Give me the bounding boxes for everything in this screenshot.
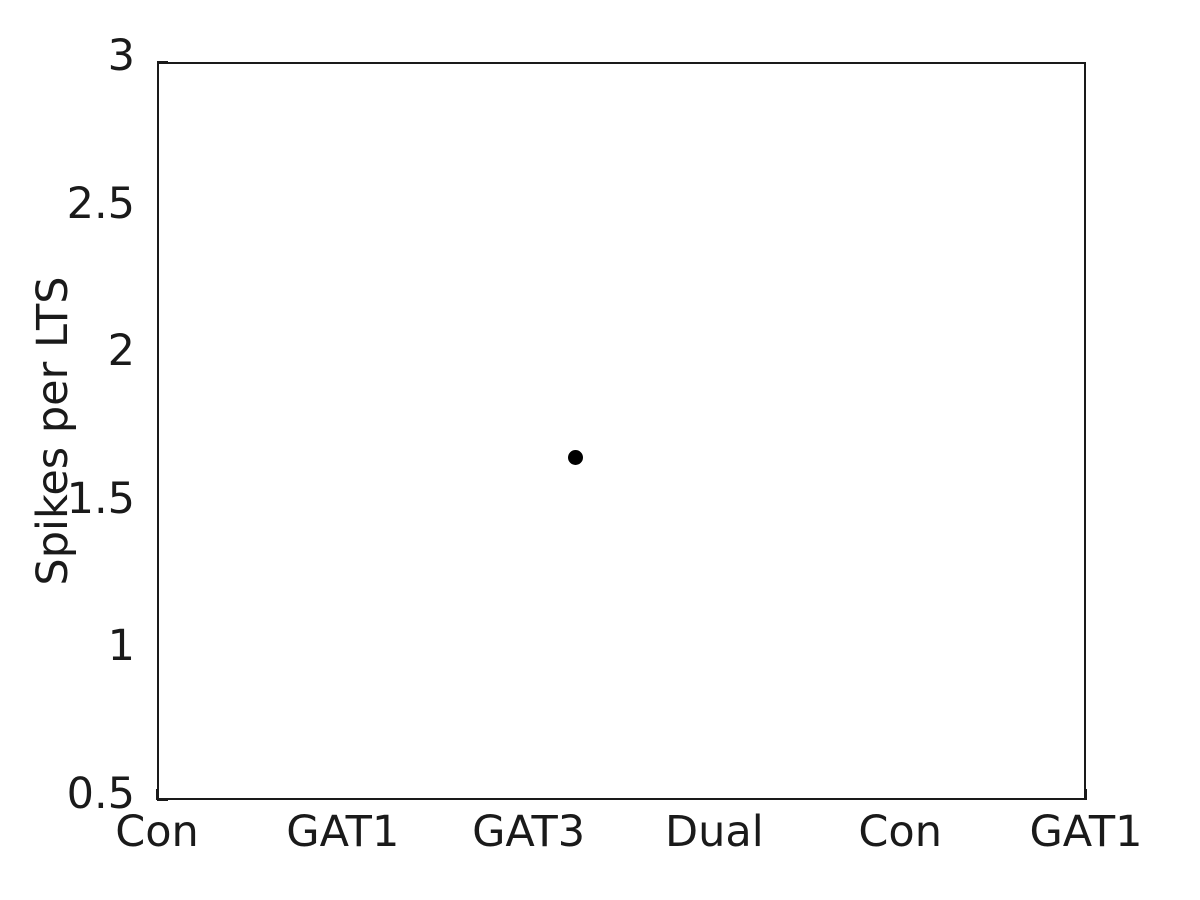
y-tick-label-4: 2.5: [66, 178, 135, 229]
x-tick-label-5: GAT1: [1029, 807, 1143, 857]
data-point: [567, 450, 583, 465]
y-tick-label-1: 1: [107, 621, 135, 672]
y-tick-label-2: 1.5: [66, 473, 135, 524]
y-axis-label: Spikes per LTS: [27, 276, 78, 586]
y-tick-label-3: 2: [107, 326, 135, 377]
plot-area: [157, 62, 1086, 800]
figure-canvas: Spikes per LTS 0.5 1 1.5 2 2.5 3 Con GAT…: [0, 0, 1200, 900]
y-tick-label-5: 3: [107, 31, 135, 81]
